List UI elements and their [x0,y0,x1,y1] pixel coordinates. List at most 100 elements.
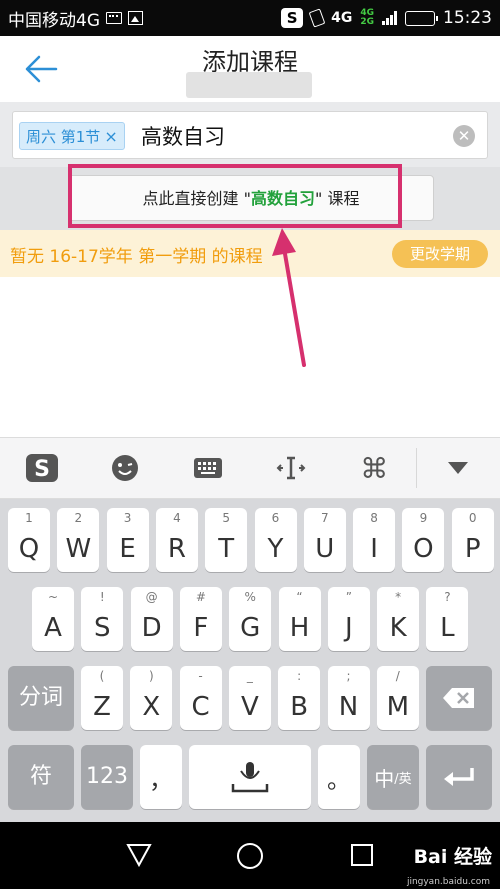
clear-circle-icon[interactable]: ✕ [453,125,475,147]
key-secondary-label: ) [148,669,154,683]
key-l[interactable]: ? L [426,587,469,651]
lang-sub: /英 [394,771,412,787]
key-secondary-label: ( [99,669,105,683]
key-label: 。 [327,765,351,794]
key-label: 分词 [18,685,63,710]
key-h[interactable]: “H [278,587,321,651]
key-t[interactable]: 5T [205,508,248,572]
key-secondary-label: # [195,590,206,604]
key-o[interactable]: 9O [402,508,445,572]
numbers-key[interactable]: 123 [81,745,133,809]
close-icon[interactable]: × [104,127,117,146]
circle-home-icon[interactable] [236,842,264,874]
key-f[interactable]: # F [179,587,222,651]
backspace-key[interactable] [426,666,492,730]
key-label: I [370,534,378,564]
key-label: E [119,534,136,564]
baidu-watermark: Bai 经验 [413,846,492,868]
course-search-input[interactable]: 周六 第1节 × 高数自习 ✕ [12,111,488,159]
key-secondary-label: * [395,590,402,604]
key-n[interactable]: ; N [327,666,370,730]
app-header: 添加课程 [0,36,500,102]
key-secondary-label: _ [246,669,253,683]
key-secondary-label: 9 [419,511,428,525]
key-label: S [94,613,111,643]
language-switch-key[interactable]: 中/英 [367,745,419,809]
key-label: Z [93,692,111,722]
language-switch-label: 中/英 [367,745,419,809]
key-v[interactable]: _ V [228,666,271,730]
triangle-back-icon[interactable] [126,842,152,872]
key-m[interactable]: / M [376,666,419,730]
status-bar: 中国移动4G S 4G 4G 2G 15:23 [0,0,500,36]
key-label: B [290,692,309,722]
search-query[interactable]: 高数自习 [141,121,225,151]
key-j[interactable]: ” J [327,587,370,651]
comma-key[interactable]: ， [140,745,182,809]
key-u[interactable]: 7U [303,508,346,572]
key-d[interactable]: @ D [130,587,173,651]
key-k[interactable]: * K [377,587,420,651]
command-icon[interactable]: ⌘ [333,438,416,498]
key-label: V [240,692,259,722]
key-s[interactable]: ! S [81,587,124,651]
collapse-icon[interactable] [417,438,500,498]
key-label: Q [18,534,40,564]
key-label: L [440,613,455,643]
key-label: C [191,692,210,722]
battery-icon [405,10,438,26]
clock: 15:23 [443,8,492,28]
enter-icon [426,745,492,809]
key-secondary-label: “ [296,590,303,604]
key-secondary-label: 6 [271,511,280,525]
key-label: G [240,613,261,643]
redacted-subtitle [186,72,312,98]
key-q[interactable]: 1Q [8,508,50,572]
key-b[interactable]: :B [278,666,321,730]
key-label: H [289,613,310,643]
key-y[interactable]: 6Y [254,508,297,572]
annotation-highlight-box [68,164,402,228]
key-secondary-label: / [395,669,400,683]
sogou-s-icon[interactable]: S [0,438,83,498]
change-term-button[interactable]: 更改学期 [392,240,488,268]
enter-key[interactable] [426,745,492,809]
network-type: 4G [331,10,353,26]
key-label: A [44,613,62,643]
key-secondary-label: ~ [47,590,59,604]
key-label: F [193,613,209,643]
key-a[interactable]: ~ A [32,587,74,651]
key-i[interactable]: 8I [353,508,396,572]
key-e[interactable]: 3E [106,508,149,572]
space-key[interactable] [189,745,311,809]
symbols-key[interactable]: 符 [8,745,74,809]
key-z[interactable]: (Z [81,666,123,730]
key-secondary-label: 3 [123,511,132,525]
key-label: R [167,534,186,564]
keyboard-icon[interactable] [166,438,249,498]
key-label: O [413,534,434,564]
key-label: N [338,692,359,722]
key-secondary-label: ? [444,590,451,604]
key-label: K [389,613,407,643]
period-key[interactable]: 。 [318,745,360,809]
key-w[interactable]: 2W [57,508,100,572]
segment-key[interactable]: 分词 [8,666,74,730]
square-recent-icon[interactable] [350,843,374,871]
key-g[interactable]: % G [229,587,272,651]
cursor-icon[interactable] [250,438,333,498]
key-c[interactable]: -C [179,666,222,730]
chip-label: 周六 第1节 [26,127,101,146]
time-slot-chip[interactable]: 周六 第1节 × [19,122,125,150]
key-label: Y [267,534,284,564]
lang-main: 中 [374,766,395,791]
key-secondary-label: ! [99,590,105,604]
emoji-icon[interactable] [83,438,166,498]
keyboard: 1 Q 2 W 3 E 4 R 5 T 6 Y 7 U 8 I 9 O 0 P ~ A! S @ D # F% G “H” J * K? L 分词… [0,499,500,822]
key-label: ， [149,765,173,794]
key-x[interactable]: ) X [130,666,173,730]
signal-icon [382,11,397,25]
key-label: T [218,534,235,564]
key-r[interactable]: 4R [155,508,198,572]
key-p[interactable]: 0P [451,508,494,572]
